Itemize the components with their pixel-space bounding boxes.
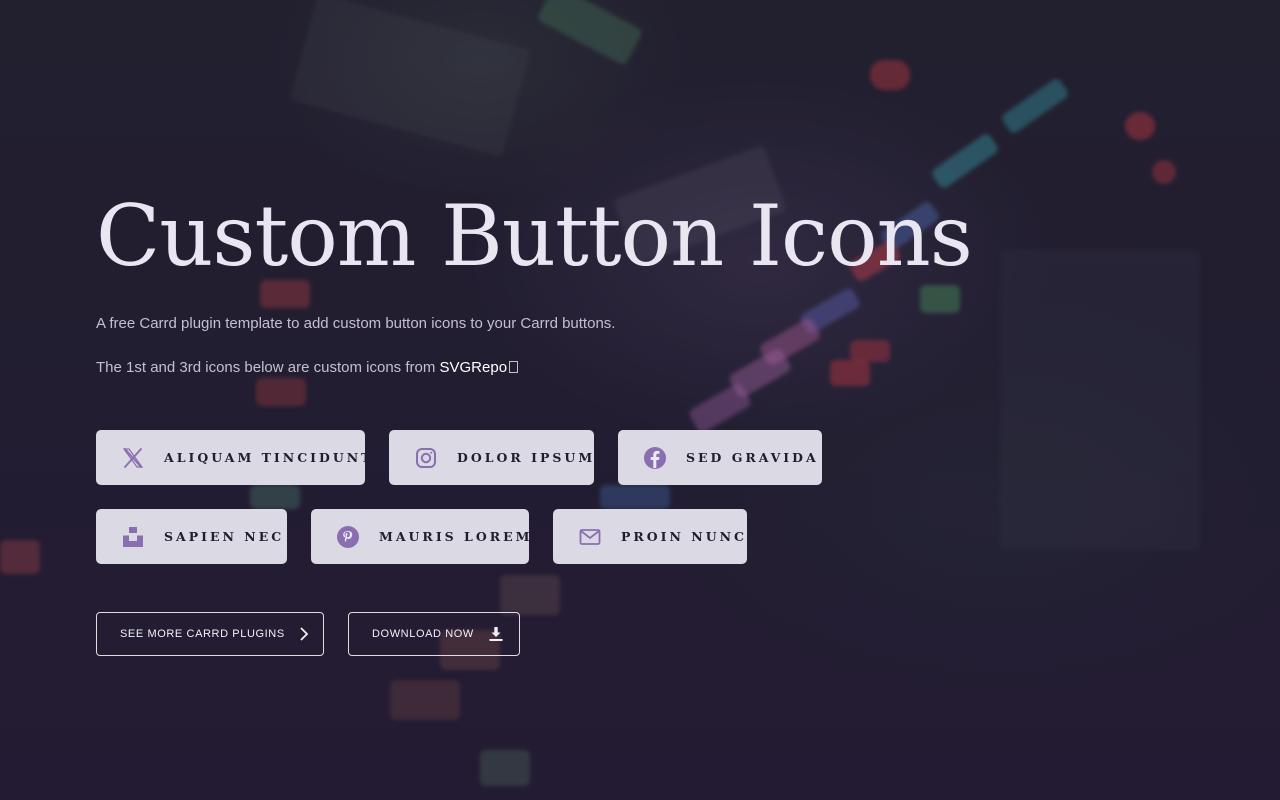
button-label: Download now [372,628,474,640]
chevron-right-icon [299,626,309,642]
background-image [0,0,1280,800]
download-now-button[interactable]: Download now [348,612,520,656]
envelope-icon [577,524,603,550]
page-title: Custom Button Icons [96,187,973,285]
x-twitter-icon [120,445,146,471]
sed-gravida-button[interactable]: Sed gravida [618,430,822,485]
button-label: Mauris lorem [379,529,533,544]
instagram-icon [413,445,439,471]
button-label: Dolor ipsum [457,450,596,465]
sapien-nec-button[interactable]: Sapien nec [96,509,287,564]
mauris-lorem-button[interactable]: Mauris lorem [311,509,529,564]
button-label: Aliquam tincidunt [164,450,374,465]
dolor-ipsum-button[interactable]: Dolor ipsum [389,430,594,485]
facebook-icon [642,445,668,471]
credit-prefix: The 1st and 3rd icons below are custom i… [96,359,440,376]
unsplash-icon [120,524,146,550]
svgrepo-link[interactable]: SVGRepo [440,359,508,376]
button-label: See more Carrd plugins [120,628,285,640]
intro-text: A free Carrd plugin template to add cust… [96,315,616,332]
pinterest-icon [335,524,361,550]
credit-text: The 1st and 3rd icons below are custom i… [96,359,519,376]
button-label: Proin nunc [621,529,748,544]
external-link-icon [509,361,519,373]
download-icon [488,626,504,642]
proin-nunc-button[interactable]: Proin nunc [553,509,747,564]
button-label: Sed gravida [686,450,819,465]
see-more-plugins-button[interactable]: See more Carrd plugins [96,612,324,656]
button-label: Sapien nec [164,529,285,544]
aliquam-tincidunt-button[interactable]: Aliquam tincidunt [96,430,370,485]
